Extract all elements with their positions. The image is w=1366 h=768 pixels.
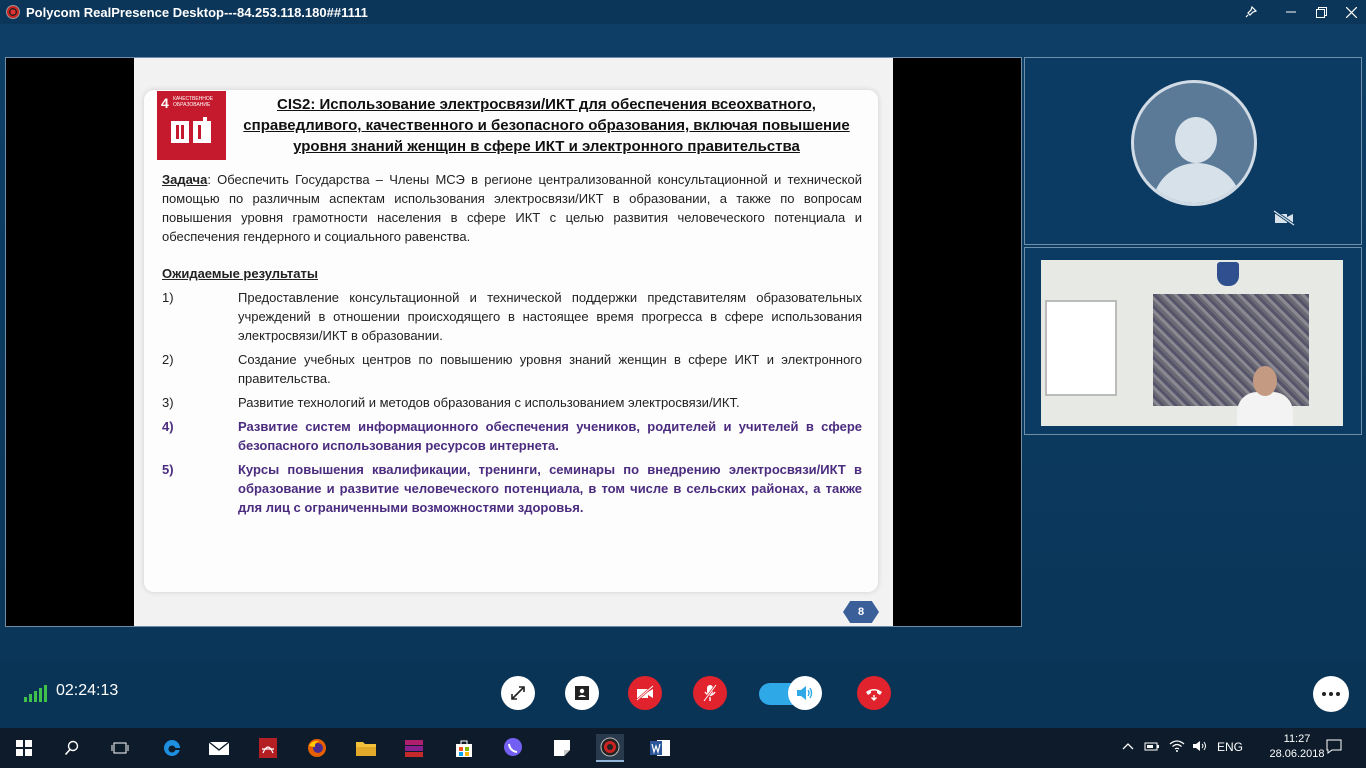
sdg-label: КАЧЕСТВЕННОЕ ОБРАЗОВАНИЕ: [173, 96, 214, 108]
result-number: 1): [162, 290, 174, 305]
expand-icon: [511, 686, 525, 700]
wifi-icon[interactable]: [1169, 740, 1185, 755]
emblem: [1217, 262, 1239, 286]
result-item: 1) Предоставление консультационной и тех…: [162, 288, 862, 345]
fullscreen-button[interactable]: [501, 676, 535, 710]
result-text: Курсы повышения квалификации, тренинги, …: [238, 462, 862, 515]
tray-chevron-icon[interactable]: [1122, 740, 1134, 754]
edge-browser-icon[interactable]: [158, 734, 186, 762]
mail-icon[interactable]: [205, 734, 233, 762]
content-share-panel: 4 КАЧЕСТВЕННОЕ ОБРАЗОВАНИЕ CIS2: Использ…: [5, 57, 1022, 627]
slide-page-number: 8: [843, 601, 879, 623]
window-title: Polycom RealPresence Desktop---84.253.11…: [26, 4, 368, 20]
restore-button[interactable]: [1306, 0, 1336, 24]
mic-muted-icon: [703, 684, 717, 702]
pdf-reader-icon[interactable]: [254, 734, 282, 762]
signal-strength-icon: [24, 685, 47, 702]
remote-video: [1041, 260, 1343, 426]
volume-icon[interactable]: [1192, 740, 1208, 755]
language-indicator[interactable]: ENG: [1217, 740, 1243, 754]
result-item: 5) Курсы повышения квалификации, тренинг…: [162, 460, 862, 517]
pin-icon[interactable]: [1236, 0, 1266, 24]
start-windows-icon[interactable]: [10, 734, 38, 762]
task-text: : Обеспечить Государства – Члены МСЭ в р…: [162, 172, 862, 244]
minimize-button[interactable]: [1276, 0, 1306, 24]
system-clock[interactable]: 11:27 28.06.2018: [1267, 732, 1327, 762]
camera-off-icon: [1273, 210, 1295, 226]
polycom-taskbar-icon[interactable]: [596, 734, 624, 762]
store-icon[interactable]: [450, 734, 478, 762]
viber-icon[interactable]: [499, 734, 527, 762]
hangup-icon: [866, 689, 882, 701]
result-number: 3): [162, 395, 174, 410]
result-number: 4): [162, 419, 174, 434]
winrar-icon[interactable]: [400, 734, 428, 762]
end-call-button[interactable]: [857, 676, 891, 710]
camera-off-button[interactable]: [628, 676, 662, 710]
result-item: 4) Развитие систем информационного обесп…: [162, 417, 862, 455]
result-text: Развитие систем информационного обеспече…: [238, 419, 862, 453]
slide-title: CIS2: Использование электросвязи/ИКТ для…: [243, 96, 850, 155]
self-view-tile[interactable]: [1024, 57, 1362, 245]
book-icon: [171, 117, 211, 143]
task-paragraph: Задача: Обеспечить Государства – Члены М…: [162, 170, 862, 246]
clock-time: 11:27: [1283, 733, 1311, 745]
windows-taskbar: ENG 11:27 28.06.2018: [0, 728, 1366, 768]
result-item: 3) Развитие технологий и методов образов…: [162, 393, 862, 412]
task-label: Задача: [162, 172, 208, 187]
word-icon[interactable]: [646, 734, 674, 762]
slide-body: Задача: Обеспечить Государства – Члены М…: [162, 170, 862, 517]
results-heading: Ожидаемые результаты: [162, 266, 318, 281]
result-number: 5): [162, 462, 174, 477]
notifications-icon[interactable]: [1326, 738, 1342, 757]
clock-date: 28.06.2018: [1269, 748, 1325, 760]
participant-person: [1237, 366, 1293, 426]
call-controls-bar: 02:24:13: [0, 660, 1366, 726]
presentation-slide: 4 КАЧЕСТВЕННОЕ ОБРАЗОВАНИЕ CIS2: Использ…: [134, 58, 893, 626]
remote-participant-tile[interactable]: [1024, 247, 1362, 435]
polycom-app-icon: [6, 5, 20, 19]
video-muted-icon: [636, 685, 654, 701]
firefox-icon[interactable]: [303, 734, 331, 762]
battery-icon[interactable]: [1144, 740, 1160, 755]
result-text: Создание учебных центров по повышению ур…: [238, 352, 862, 386]
content-share-button[interactable]: [565, 676, 599, 710]
speaker-icon[interactable]: [788, 676, 822, 710]
task-view-icon[interactable]: [106, 734, 134, 762]
search-icon[interactable]: [58, 734, 86, 762]
result-item: 2) Создание учебных центров по повышению…: [162, 350, 862, 388]
result-text: Развитие технологий и методов образовани…: [238, 395, 740, 410]
title-bar: Polycom RealPresence Desktop---84.253.11…: [0, 0, 1366, 24]
sticky-notes-icon[interactable]: [548, 734, 576, 762]
result-number: 2): [162, 352, 174, 367]
avatar-placeholder: [1131, 80, 1257, 206]
file-explorer-icon[interactable]: [352, 734, 380, 762]
result-text: Предоставление консультационной и технич…: [238, 290, 862, 343]
ellipsis-icon: [1322, 692, 1326, 696]
close-button[interactable]: [1336, 0, 1366, 24]
call-duration: 02:24:13: [56, 682, 119, 699]
sdg-goal-4-logo: 4 КАЧЕСТВЕННОЕ ОБРАЗОВАНИЕ: [157, 91, 226, 160]
sdg-number: 4: [161, 95, 169, 111]
microphone-mute-button[interactable]: [693, 676, 727, 710]
whiteboard: [1045, 300, 1117, 396]
share-content-icon: [575, 686, 589, 700]
more-options-button[interactable]: [1313, 676, 1349, 712]
